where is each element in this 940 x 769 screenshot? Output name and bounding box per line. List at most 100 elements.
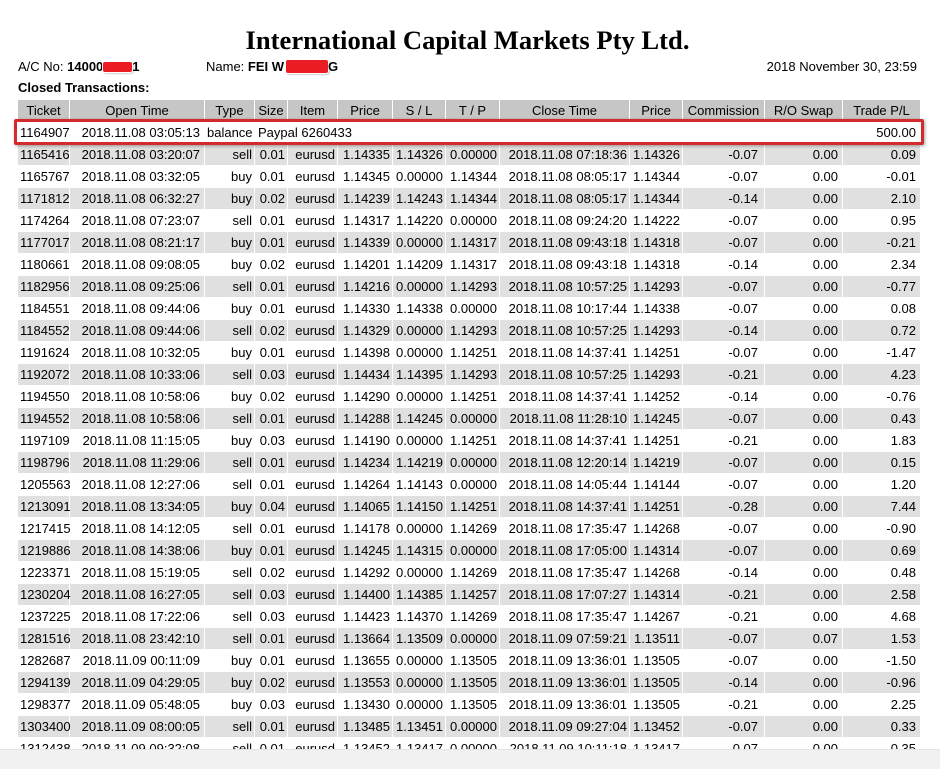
trade-pl-cell: 2.10 bbox=[843, 188, 920, 209]
type-cell: buy bbox=[231, 433, 252, 448]
commission-cell: -0.07 bbox=[728, 477, 758, 492]
stop-loss-cell: 0.00000 bbox=[396, 169, 443, 184]
stop-loss-cell: 1.14315 bbox=[393, 540, 445, 561]
item-cell: eurusd bbox=[295, 565, 335, 580]
ticket-cell: 1198796 bbox=[18, 452, 70, 473]
trade-pl-cell: 7.44 bbox=[843, 496, 920, 517]
swap-cell: 0.00 bbox=[765, 584, 842, 605]
transactions-body: 1164907 2018.11.08 03:05:13 balance Payp… bbox=[18, 122, 920, 759]
table-row: 1191624 2018.11.08 10:32:05 buy 0.01 eurusd 1… bbox=[18, 342, 920, 363]
size-cell: 0.01 bbox=[259, 521, 285, 536]
type-cell: sell bbox=[232, 521, 252, 536]
open-time-cell: 2018.11.08 09:25:06 bbox=[70, 276, 204, 297]
swap-cell: 0.00 bbox=[765, 716, 842, 737]
column-header-stop-loss: S / L bbox=[393, 100, 445, 121]
swap-cell: 0.00 bbox=[765, 232, 842, 253]
open-time-cell: 2018.11.08 07:23:07 bbox=[81, 213, 200, 228]
name-label: Name: bbox=[206, 59, 245, 74]
stop-loss-cell: 1.14326 bbox=[393, 144, 445, 165]
swap-cell: 0.00 bbox=[812, 521, 838, 536]
swap-cell: 0.00 bbox=[765, 672, 842, 693]
table-row: 1294139 2018.11.09 04:29:05 buy 0.02 eurusd 1… bbox=[18, 672, 920, 693]
commission-cell: -0.07 bbox=[683, 540, 764, 561]
ticket-cell: 1182956 bbox=[18, 276, 70, 297]
close-price-cell: 1.14267 bbox=[633, 609, 680, 624]
table-row: 1184551 2018.11.08 09:44:06 buy 0.01 eurusd 1… bbox=[18, 298, 920, 319]
ticket-cell: 1230204 bbox=[18, 584, 71, 605]
size-cell: 0.01 bbox=[259, 169, 285, 184]
redaction-box bbox=[103, 61, 133, 72]
take-profit-cell: 1.13505 bbox=[446, 672, 499, 693]
open-price-cell: 1.14400 bbox=[338, 584, 392, 605]
table-row: 1165416 2018.11.08 03:20:07 sell 0.01 eurusd… bbox=[18, 144, 920, 165]
open-price-cell: 1.14245 bbox=[338, 540, 392, 561]
type-cell: buy bbox=[205, 232, 254, 253]
close-time-cell: 2018.11.08 17:07:27 bbox=[500, 584, 629, 605]
open-price-cell: 1.14330 bbox=[343, 301, 390, 316]
type-cell: sell bbox=[232, 213, 252, 228]
trade-pl-cell: 0.43 bbox=[843, 408, 920, 429]
trade-pl-cell: -0.90 bbox=[886, 521, 916, 536]
account-label: A/C No: bbox=[18, 59, 64, 74]
item-cell: eurusd bbox=[295, 257, 335, 272]
close-price-cell: 1.14318 bbox=[630, 232, 682, 253]
open-time-cell: 2018.11.08 09:44:06 bbox=[70, 320, 204, 341]
open-price-cell: 1.14178 bbox=[343, 521, 390, 536]
take-profit-cell: 1.14269 bbox=[450, 609, 497, 624]
swap-cell: 0.00 bbox=[765, 408, 842, 429]
open-time-cell: 2018.11.08 15:19:05 bbox=[81, 565, 200, 580]
size-cell: 0.02 bbox=[255, 320, 287, 341]
ticket-cell: 1194550 bbox=[20, 389, 70, 404]
table-row: 1303400 2018.11.09 08:00:05 sell 0.01 eurusd… bbox=[18, 716, 920, 737]
item-cell: eurusd bbox=[295, 653, 335, 668]
item-cell: eurusd bbox=[288, 408, 337, 429]
ticket-cell: 1191624 bbox=[20, 345, 70, 360]
trade-pl-cell: 0.09 bbox=[843, 144, 920, 165]
close-price-cell: 1.14251 bbox=[633, 433, 680, 448]
commission-cell: -0.07 bbox=[728, 653, 758, 668]
stop-loss-cell: 1.14220 bbox=[396, 213, 443, 228]
take-profit-cell: 1.14344 bbox=[446, 188, 499, 209]
open-time-cell: 2018.11.09 00:11:09 bbox=[82, 653, 200, 668]
open-price-cell: 1.14345 bbox=[343, 169, 390, 184]
open-time-cell: 2018.11.08 09:08:05 bbox=[81, 257, 200, 272]
type-cell: balance bbox=[207, 125, 253, 140]
open-price-cell: 1.14264 bbox=[343, 477, 390, 492]
trade-pl-cell: 2.25 bbox=[890, 697, 916, 712]
close-price-cell: 1.14144 bbox=[633, 477, 680, 492]
close-time-cell: 2018.11.08 14:37:41 bbox=[508, 433, 627, 448]
trade-pl-cell: -0.01 bbox=[886, 169, 916, 184]
swap-cell: 0.00 bbox=[812, 433, 838, 448]
type-cell: buy bbox=[231, 257, 252, 272]
take-profit-cell: 1.14251 bbox=[450, 389, 497, 404]
take-profit-cell: 0.00000 bbox=[446, 452, 499, 473]
trade-pl-cell: -0.76 bbox=[886, 389, 916, 404]
size-cell: 0.01 bbox=[255, 144, 287, 165]
open-price-cell: 1.14216 bbox=[338, 276, 392, 297]
close-time-cell: 2018.11.08 10:17:44 bbox=[508, 301, 627, 316]
open-price-cell: 1.14339 bbox=[338, 232, 392, 253]
swap-cell: 0.00 bbox=[812, 389, 838, 404]
item-cell: eurusd bbox=[295, 213, 335, 228]
ticket-cell: 1165416 bbox=[18, 144, 70, 165]
ticket-cell: 1303400 bbox=[18, 716, 71, 737]
open-price-cell: 1.14434 bbox=[338, 364, 392, 385]
item-cell: eurusd bbox=[295, 433, 335, 448]
table-row: 1174264 2018.11.08 07:23:07 sell 0.01 eurusd… bbox=[18, 210, 920, 231]
close-price-cell: 1.13511 bbox=[630, 628, 682, 649]
trade-pl-cell: 0.72 bbox=[843, 320, 920, 341]
close-time-cell: 2018.11.08 09:43:18 bbox=[500, 232, 629, 253]
ticket-cell: 1205563 bbox=[20, 477, 71, 492]
trade-pl-cell: 1.53 bbox=[843, 628, 920, 649]
item-cell: eurusd bbox=[288, 364, 337, 385]
account-number: A/C No: 14000 1 bbox=[18, 59, 140, 75]
swap-cell: 0.00 bbox=[812, 609, 838, 624]
item-cell: eurusd bbox=[288, 628, 337, 649]
commission-cell: -0.07 bbox=[683, 232, 764, 253]
stop-loss-cell: 1.14395 bbox=[393, 364, 445, 385]
commission-cell: -0.07 bbox=[683, 452, 764, 473]
ticket-cell: 1298377 bbox=[20, 697, 71, 712]
trade-pl-cell: 4.23 bbox=[843, 364, 920, 385]
size-cell: 0.01 bbox=[255, 716, 287, 737]
close-time-cell: 2018.11.08 14:05:44 bbox=[508, 477, 627, 492]
